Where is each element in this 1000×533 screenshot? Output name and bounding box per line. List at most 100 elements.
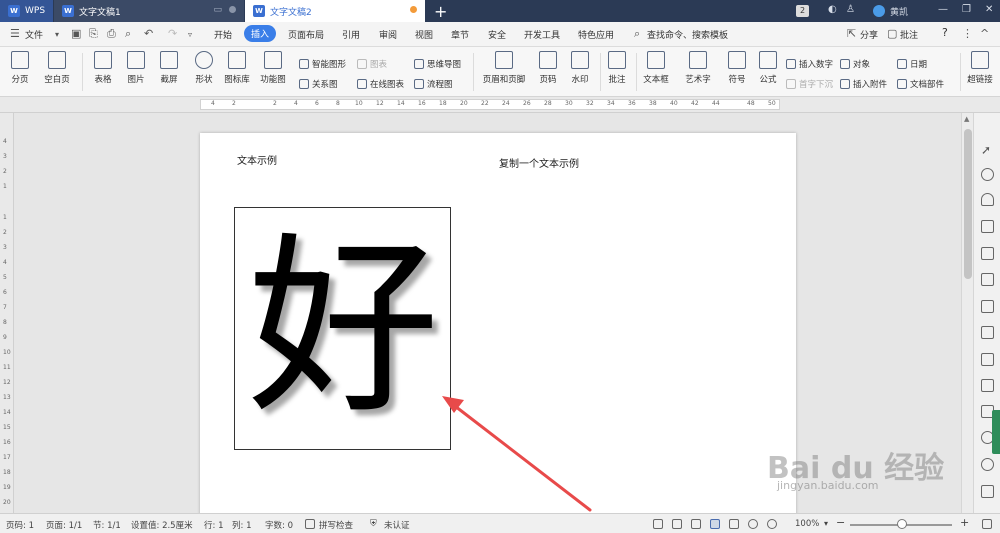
zoom-dropdown-icon[interactable]: ▾ (824, 519, 828, 528)
hyperlink-button[interactable]: 超链接 (963, 51, 997, 85)
tab-view[interactable]: 视图 (415, 28, 433, 41)
zoom-level[interactable]: 100% (795, 519, 819, 529)
tab-special-apps[interactable]: 特色应用 (578, 28, 614, 41)
comment-button[interactable]: 批注 (600, 51, 634, 85)
translate-icon[interactable] (981, 353, 994, 366)
shapes-icon[interactable] (981, 168, 994, 181)
drop-cap-button[interactable]: 首字下沉 (786, 78, 833, 90)
blank-page-button[interactable]: 空白页 (40, 51, 74, 85)
reading-mode-icon[interactable] (672, 519, 682, 529)
chevron-down-icon[interactable]: ▾ (55, 30, 59, 39)
help-icon[interactable] (981, 485, 994, 498)
tab-insert[interactable]: 插入 (244, 25, 277, 42)
redo-icon[interactable]: ↷ (168, 27, 177, 40)
help-button[interactable]: ? (942, 26, 948, 39)
horizontal-ruler[interactable]: 4 2 2 4 6 8 10 12 14 16 18 20 22 24 26 2… (0, 97, 1000, 113)
chart-button[interactable]: 图表 (357, 58, 387, 70)
minimize-button[interactable]: — (938, 4, 948, 15)
outline-view-icon[interactable] (729, 519, 739, 529)
auth-status[interactable]: 未认证 (384, 519, 410, 531)
unsaved-dot[interactable] (410, 6, 417, 13)
fit-window-icon[interactable] (982, 519, 992, 529)
tab-dev-tools[interactable]: 开发工具 (524, 28, 560, 41)
document-page[interactable]: 文本示例 复制一个文本示例 好 (200, 133, 796, 513)
date-button[interactable]: 日期 (897, 58, 927, 70)
row-status[interactable]: 行: 1 (204, 519, 223, 531)
fullscreen-icon[interactable] (653, 519, 663, 529)
page-number-button[interactable]: 页码 (531, 51, 565, 85)
word-count-status[interactable]: 字数: 0 (265, 519, 293, 531)
customize-icon[interactable]: ▿ (188, 30, 192, 39)
scroll-up-icon[interactable]: ▲ (964, 115, 969, 123)
sample-text[interactable]: 文本示例 (237, 152, 277, 167)
page-break-button[interactable]: 分页 (3, 51, 37, 85)
settings-sliders-icon[interactable] (981, 273, 994, 286)
vertical-scrollbar[interactable]: ▲ (961, 113, 973, 513)
zoom-out-button[interactable]: − (836, 516, 845, 529)
text-box-button[interactable]: 文本框 (639, 51, 673, 85)
online-chart-button[interactable]: 在线图表 (357, 78, 404, 90)
symbol-button[interactable]: 符号 (720, 51, 754, 85)
relation-chart-button[interactable]: 关系图 (299, 78, 338, 90)
window-count-badge[interactable]: 2 (796, 5, 809, 17)
cursor-icon[interactable]: ➚ (981, 143, 994, 157)
comment-menu[interactable]: 批注 (900, 28, 918, 41)
new-tab-button[interactable]: + (434, 2, 447, 21)
zoom-slider-handle[interactable] (897, 519, 907, 529)
table-icon[interactable] (981, 220, 994, 233)
undo-icon[interactable]: ↶ (144, 27, 153, 40)
page-number-status[interactable]: 页码: 1 (6, 519, 34, 531)
avatar[interactable] (873, 5, 885, 17)
hamburger-icon[interactable]: ☰ (10, 27, 20, 40)
user-name[interactable]: 黄凯 (890, 5, 908, 18)
export-pdf-icon[interactable]: ⎘ (89, 27, 98, 41)
shirt-icon[interactable]: ♙ (846, 4, 855, 15)
close-button[interactable]: ✕ (985, 4, 993, 15)
document-tab-2[interactable]: W 文字文稿2 (245, 0, 425, 22)
restore-button[interactable]: ❐ (962, 4, 971, 15)
picture-button[interactable]: 图片 (119, 51, 153, 85)
formula-button[interactable]: 公式 (751, 51, 785, 85)
document-tab-1[interactable]: W 文字文稿1 ▭ (54, 0, 244, 22)
share-button[interactable]: 分享 (860, 28, 878, 41)
page-view-icon[interactable] (710, 519, 720, 529)
history-icon[interactable] (981, 458, 994, 471)
tab-start[interactable]: 开始 (214, 28, 232, 41)
share-icon[interactable] (981, 326, 994, 339)
archive-icon[interactable] (981, 379, 994, 392)
more-icon[interactable]: ⋮ (962, 27, 973, 40)
setting-value-status[interactable]: 设置值: 2.5厘米 (131, 519, 193, 531)
insert-number-button[interactable]: 插入数字 (786, 58, 833, 70)
skin-icon[interactable]: ◐ (828, 4, 837, 15)
object-button[interactable]: 对象 (840, 58, 870, 70)
style-icon[interactable] (981, 193, 994, 206)
pen-icon[interactable] (691, 519, 701, 529)
grid-icon[interactable] (981, 247, 994, 260)
save-icon[interactable]: ▣ (71, 27, 81, 40)
command-search[interactable]: 查找命令、搜索模板 (647, 28, 728, 41)
tab-chapter[interactable]: 章节 (451, 28, 469, 41)
tab-reference[interactable]: 引用 (342, 28, 360, 41)
tab-security[interactable]: 安全 (488, 28, 506, 41)
shape-button[interactable]: 形状 (187, 51, 221, 85)
pages-status[interactable]: 页面: 1/1 (46, 519, 82, 531)
watermark-button[interactable]: 水印 (563, 51, 597, 85)
zoom-in-button[interactable]: + (960, 516, 969, 529)
table-button[interactable]: 表格 (86, 51, 120, 85)
icon-library-button[interactable]: 图标库 (220, 51, 254, 85)
vertical-ruler[interactable]: 4 3 2 1 1 2 3 4 5 6 7 8 9 10 11 12 13 14… (0, 113, 14, 513)
section-status[interactable]: 节: 1/1 (93, 519, 121, 531)
doc-parts-button[interactable]: 文档部件 (897, 78, 944, 90)
tab-page-layout[interactable]: 页面布局 (288, 28, 324, 41)
copied-sample-text[interactable]: 复制一个文本示例 (499, 155, 579, 170)
mind-map-button[interactable]: 思维导图 (414, 58, 461, 70)
art-text-button[interactable]: 艺术字 (681, 51, 715, 85)
tab-review[interactable]: 审阅 (379, 28, 397, 41)
collapse-icon[interactable]: ^ (980, 27, 989, 40)
column-status[interactable]: 列: 1 (232, 519, 251, 531)
wps-home-tab[interactable]: W WPS (0, 0, 53, 22)
print-preview-icon[interactable]: ⌕ (125, 27, 131, 41)
attachment-button[interactable]: 插入附件 (840, 78, 887, 90)
screenshot-button[interactable]: 截屏 (152, 51, 186, 85)
document-canvas[interactable]: 文本示例 复制一个文本示例 好 Bai du 经验 jingyan.baidu.… (15, 113, 961, 513)
